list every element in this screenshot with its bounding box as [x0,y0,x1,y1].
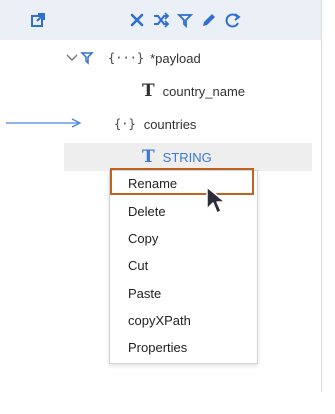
context-menu: Rename Delete Copy Cut Paste copyXPath P… [109,170,258,364]
menu-item-copy[interactable]: Copy [128,228,158,250]
menu-item-copyxpath[interactable]: copyXPath [128,310,191,332]
shuffle-icon[interactable] [152,12,170,28]
panel-border [321,0,322,392]
toolbar [0,0,321,40]
mapping-line [6,118,82,128]
pencil-icon[interactable] [200,12,218,28]
chevron-down-icon[interactable] [66,53,78,63]
menu-item-delete[interactable]: Delete [128,201,166,223]
menu-item-cut[interactable]: Cut [128,255,148,277]
text-type-icon: T [142,147,155,167]
mouse-cursor-icon [206,186,226,214]
tree-row-country-name[interactable]: T country_name [142,79,245,103]
tree-row-countries[interactable]: {·} countries [114,112,196,136]
filter-icon[interactable] [176,12,194,28]
filter-icon [80,52,94,65]
tree-item-label: countries [143,116,197,132]
object-type-icon: {···} [108,51,145,65]
tree-item-label: country_name [162,83,246,99]
array-type-icon: {·} [114,117,136,131]
tree-item-label: *payload [150,50,201,66]
text-type-icon: T [142,81,155,101]
tree-row-string[interactable]: T STRING [142,145,212,169]
menu-item-highlight [110,168,254,195]
menu-item-paste[interactable]: Paste [128,283,161,305]
menu-item-properties[interactable]: Properties [128,337,187,359]
open-external-icon[interactable] [30,12,48,28]
tree-item-label: STRING [162,149,212,165]
tree-row-payload[interactable]: {···} *payload [66,46,201,70]
close-icon[interactable] [128,12,146,28]
refresh-icon[interactable] [224,12,242,28]
